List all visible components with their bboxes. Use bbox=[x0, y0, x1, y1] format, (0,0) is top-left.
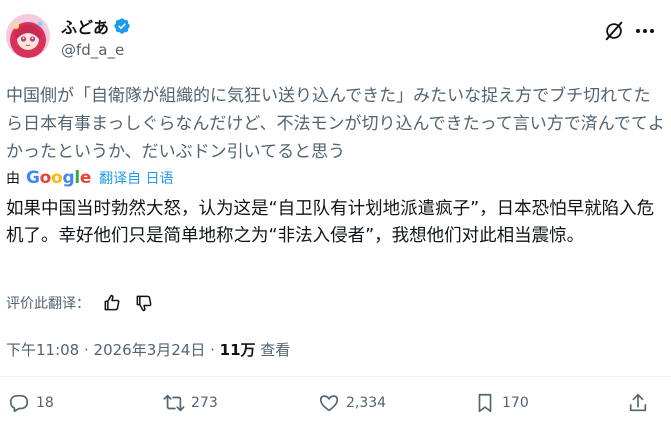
rate-translation-label: 评价此翻译： bbox=[6, 296, 90, 312]
original-tweet-text: 中国側が「自衛隊が組織的に気狂い送り込んできた」みたいな捉え方でブチ切れてたら日… bbox=[6, 86, 665, 162]
bookmark-icon bbox=[478, 393, 492, 413]
reply-count: 18 bbox=[36, 395, 54, 411]
like-count: 2,334 bbox=[346, 395, 387, 411]
translation-attribution: 由 Google 翻译自 日语 bbox=[6, 168, 174, 188]
bookmark-button[interactable]: 170 bbox=[474, 392, 529, 414]
share-button[interactable] bbox=[627, 392, 649, 414]
tweet-meta: 下午11:08 · 2026年3月24日 · 11万 查看 bbox=[6, 339, 290, 360]
avatar-image bbox=[6, 14, 50, 58]
author-name-text[interactable]: ふどあ bbox=[61, 14, 109, 38]
bookmark-count: 170 bbox=[502, 395, 529, 411]
translated-from-link[interactable]: 翻译自 日语 bbox=[99, 168, 173, 188]
repost-button[interactable]: 273 bbox=[163, 392, 218, 414]
thumbs-down-icon[interactable] bbox=[134, 293, 154, 313]
verified-badge-icon bbox=[114, 18, 130, 34]
divider bbox=[0, 376, 671, 377]
action-bar: 18 273 2,334 170 bbox=[0, 392, 671, 422]
translation-by-label: 由 bbox=[6, 171, 20, 187]
thumbs-up-icon[interactable] bbox=[102, 293, 122, 313]
author-name[interactable]: ふどあ bbox=[61, 14, 131, 38]
like-button[interactable]: 2,334 bbox=[318, 392, 386, 414]
repost-count: 273 bbox=[191, 395, 218, 411]
heart-icon bbox=[319, 395, 339, 412]
tweet-header: ふどあ @fd_a_e bbox=[0, 0, 671, 70]
author-handle[interactable]: @fd_a_e bbox=[61, 41, 124, 59]
views-label: 查看 bbox=[255, 341, 291, 359]
share-icon bbox=[629, 393, 647, 412]
grok-icon[interactable] bbox=[603, 20, 625, 42]
avatar[interactable] bbox=[6, 14, 50, 58]
rate-translation: 评价此翻译： bbox=[6, 293, 154, 313]
translated-tweet-text: 如果中国当时勃然大怒，认为这是“自卫队有计划地派遣疯子”，日本恐怕早就陷入危机了… bbox=[6, 199, 655, 246]
repost-icon bbox=[163, 394, 185, 412]
more-options-icon[interactable] bbox=[633, 20, 657, 42]
reply-button[interactable]: 18 bbox=[8, 392, 54, 414]
reply-icon bbox=[9, 394, 29, 413]
views-count: 11万 bbox=[219, 341, 256, 359]
tweet-timestamp[interactable]: 下午11:08 · 2026年3月24日 · bbox=[6, 341, 220, 359]
google-logo: Google bbox=[26, 168, 92, 188]
